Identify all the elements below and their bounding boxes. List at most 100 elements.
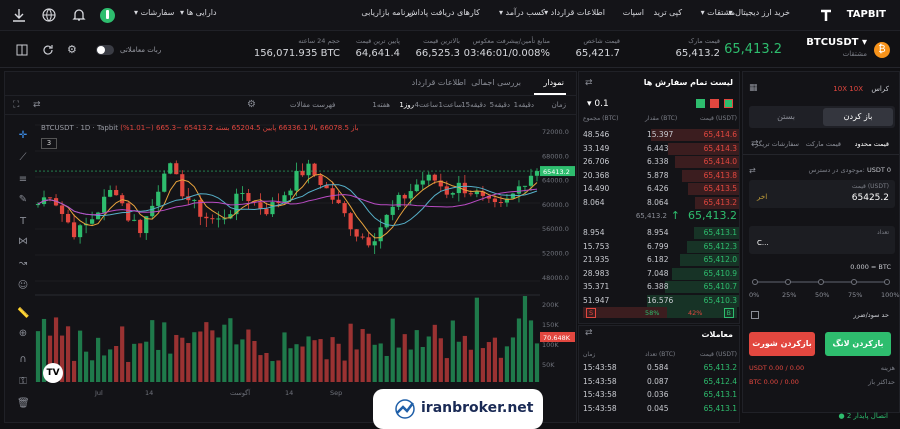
nav-item-3[interactable]: اسپات	[623, 8, 644, 17]
slider-stop-3[interactable]	[851, 279, 857, 285]
order-type-0[interactable]: قیمت محدود	[855, 140, 889, 148]
nav-item-1[interactable]: مشتقات ▾	[701, 8, 735, 17]
magnet-icon[interactable]: ∩	[17, 354, 29, 366]
interval-2[interactable]: 5دقیقه	[490, 101, 510, 109]
trendline-icon[interactable]: ⟋	[17, 152, 29, 164]
interval-5[interactable]: 4ساعت	[414, 101, 438, 109]
interval-3[interactable]: 15دقیقه	[461, 101, 486, 109]
nav-orders[interactable]: سفارشات ▾	[134, 8, 174, 17]
bell-icon[interactable]	[72, 8, 86, 22]
trade-price: 65,412.4	[703, 376, 737, 386]
fib-icon[interactable]: ≡	[17, 174, 29, 186]
tab-chart-0[interactable]: نمودار	[543, 78, 564, 87]
swap-icon[interactable]: ⇄	[33, 100, 41, 110]
text-icon[interactable]: T	[17, 216, 29, 228]
interval-7[interactable]: 1هفته	[372, 101, 390, 109]
crosshair-icon[interactable]: ✛	[17, 130, 29, 142]
nav-item-2[interactable]: کپی ترید	[654, 8, 683, 17]
step-select[interactable]: ▾ 0.1	[587, 99, 609, 109]
nav-assets[interactable]: دارایی ها ▾	[180, 8, 217, 17]
open-long-button[interactable]: بازکردن لانگ	[825, 332, 891, 356]
leverage-short[interactable]: 10X	[833, 85, 847, 93]
slider-stop-1[interactable]	[785, 279, 791, 285]
globe-icon[interactable]	[42, 8, 56, 22]
brush-icon[interactable]: ✎	[17, 194, 29, 206]
volume-bar	[504, 346, 510, 382]
ruler-icon[interactable]: 📏	[17, 308, 29, 320]
nav-item-7[interactable]: برنامه بازاریابی	[361, 8, 412, 17]
margin-mode[interactable]: کراس	[871, 85, 889, 93]
interval-6[interactable]: 1روز	[399, 101, 414, 109]
pair-selector[interactable]: BTCUSDT ▾ مشتقات	[806, 37, 867, 58]
refresh-icon[interactable]	[42, 44, 54, 56]
tpsl-checkbox[interactable]	[751, 311, 759, 319]
orderbook.bids-row[interactable]: 15.753 6.799 65,412.3	[581, 240, 739, 254]
zoom-icon[interactable]: ⊕	[17, 328, 29, 340]
order-type-swap-icon[interactable]: ⇄	[751, 139, 759, 149]
tab-chart-2[interactable]: اطلاعات قرارداد	[412, 78, 466, 87]
orderbook-view-icons[interactable]	[695, 99, 733, 109]
nav-item-label: مشتقات	[707, 8, 735, 17]
nav-item-5[interactable]: کسب درآمد ▾	[499, 8, 545, 17]
y-tick-label: 64000.0	[542, 177, 569, 185]
indicator-icon[interactable]: ⚙	[247, 99, 256, 110]
pattern-icon[interactable]: ⋈	[17, 236, 29, 248]
prediction-icon[interactable]: ↝	[17, 258, 29, 270]
leverage-long[interactable]: 10X	[849, 85, 863, 93]
orderbook.bids-row[interactable]: 21.935 6.182 65,412.0	[581, 253, 739, 267]
tapbit-logo[interactable]: TAPBIT	[818, 6, 888, 24]
transfer-icon[interactable]: ⇄	[749, 166, 756, 175]
lock-icon[interactable]: ⚿	[17, 376, 29, 388]
emoji-icon[interactable]: ☺	[17, 280, 29, 292]
calculator-icon[interactable]: ▦	[749, 83, 758, 93]
tab-open[interactable]: باز کردن	[823, 108, 893, 126]
orderbook.asks-row[interactable]: 8.064 8.064 65,413.2	[581, 196, 739, 210]
open-short-button[interactable]: بازکردن شورت	[749, 332, 815, 356]
download-icon[interactable]	[12, 8, 26, 22]
orderbook.bids-row[interactable]: 35.371 6.388 65,410.7	[581, 280, 739, 294]
trash-icon[interactable]: 🗑	[17, 398, 30, 410]
nav-item-0[interactable]: خرید ارز دیجیتال ▾	[729, 8, 790, 17]
order-type-1[interactable]: قیمت مارکت	[806, 140, 841, 148]
layout-icon[interactable]	[16, 44, 28, 56]
orderbook.bids-row[interactable]: 8.954 8.954 65,413.1	[581, 226, 739, 240]
interval-0[interactable]: زمان	[552, 101, 566, 109]
amount-input[interactable]: تعداد C...	[749, 226, 895, 254]
available-balance: موجودی در دسترس: USDT 0	[808, 166, 891, 174]
trades-panel: معاملات ⇄ زمان تعداد (BTC) قیمت (USDT) 1…	[578, 325, 740, 423]
volume-bar	[96, 337, 101, 382]
orderbook-swap-icon[interactable]: ⇄	[585, 78, 593, 88]
volume-bar	[468, 349, 473, 382]
slider-stop-2[interactable]	[818, 279, 824, 285]
ticker-stat-value: 64,641.4	[355, 48, 400, 59]
slider-stop-4[interactable]	[884, 279, 890, 285]
indicator-count[interactable]: 3	[41, 138, 57, 149]
nav-item-6[interactable]: کارهای دریافت پاداش	[408, 8, 480, 17]
orderbook.asks-row[interactable]: 33.149 6.443 65,414.3	[581, 142, 739, 156]
interval-4[interactable]: 1ساعت	[438, 101, 462, 109]
orderbook.asks-row[interactable]: 14.490 6.426 65,413.5	[581, 182, 739, 196]
orderbook.asks-row[interactable]: 26.706 6.338 65,414.0	[581, 155, 739, 169]
currency-select[interactable]: C...	[757, 239, 769, 247]
tab-close[interactable]: بستن	[751, 108, 821, 126]
settings-gear-icon[interactable]: ⚙	[67, 43, 80, 56]
orderbook.bids-row[interactable]: 51.947 16.576 65,410.3	[581, 294, 739, 308]
tab-chart-1[interactable]: بررسی اجمالی	[471, 78, 521, 87]
interval-1[interactable]: 1دقیقه	[514, 101, 534, 109]
orderbook.asks-row[interactable]: 20.368 5.878 65,413.8	[581, 169, 739, 183]
bot-toggle[interactable]	[96, 45, 114, 55]
candlestick-chart[interactable]: 72000.0 68000.0 64000.0 60000.0 56000.0 52000…	[35, 117, 575, 422]
orderbook.bids-price: 65,412.0	[703, 255, 737, 264]
orderbook.bids-row[interactable]: 28.983 7.048 65,410.9	[581, 267, 739, 281]
orderbook.asks-row[interactable]: 48.546 15.397 65,414.6	[581, 128, 739, 142]
order-type-2[interactable]: سفارشات تریگر	[755, 140, 799, 148]
bbo-button[interactable]: اخر	[757, 193, 767, 201]
slider-stop-0[interactable]	[752, 279, 758, 285]
volume-bar	[83, 351, 89, 382]
trades-swap-icon[interactable]: ⇄	[585, 328, 593, 338]
price-input[interactable]: قیمت (USDT) 65425.2 اخر	[749, 180, 895, 208]
fullscreen-icon[interactable]: ⛶	[13, 100, 19, 110]
indicators-button[interactable]: فهرست مقالات	[290, 101, 335, 109]
nav-item-4[interactable]: اطلاعات قرارداد ▾	[544, 8, 605, 17]
avatar[interactable]	[100, 8, 115, 23]
